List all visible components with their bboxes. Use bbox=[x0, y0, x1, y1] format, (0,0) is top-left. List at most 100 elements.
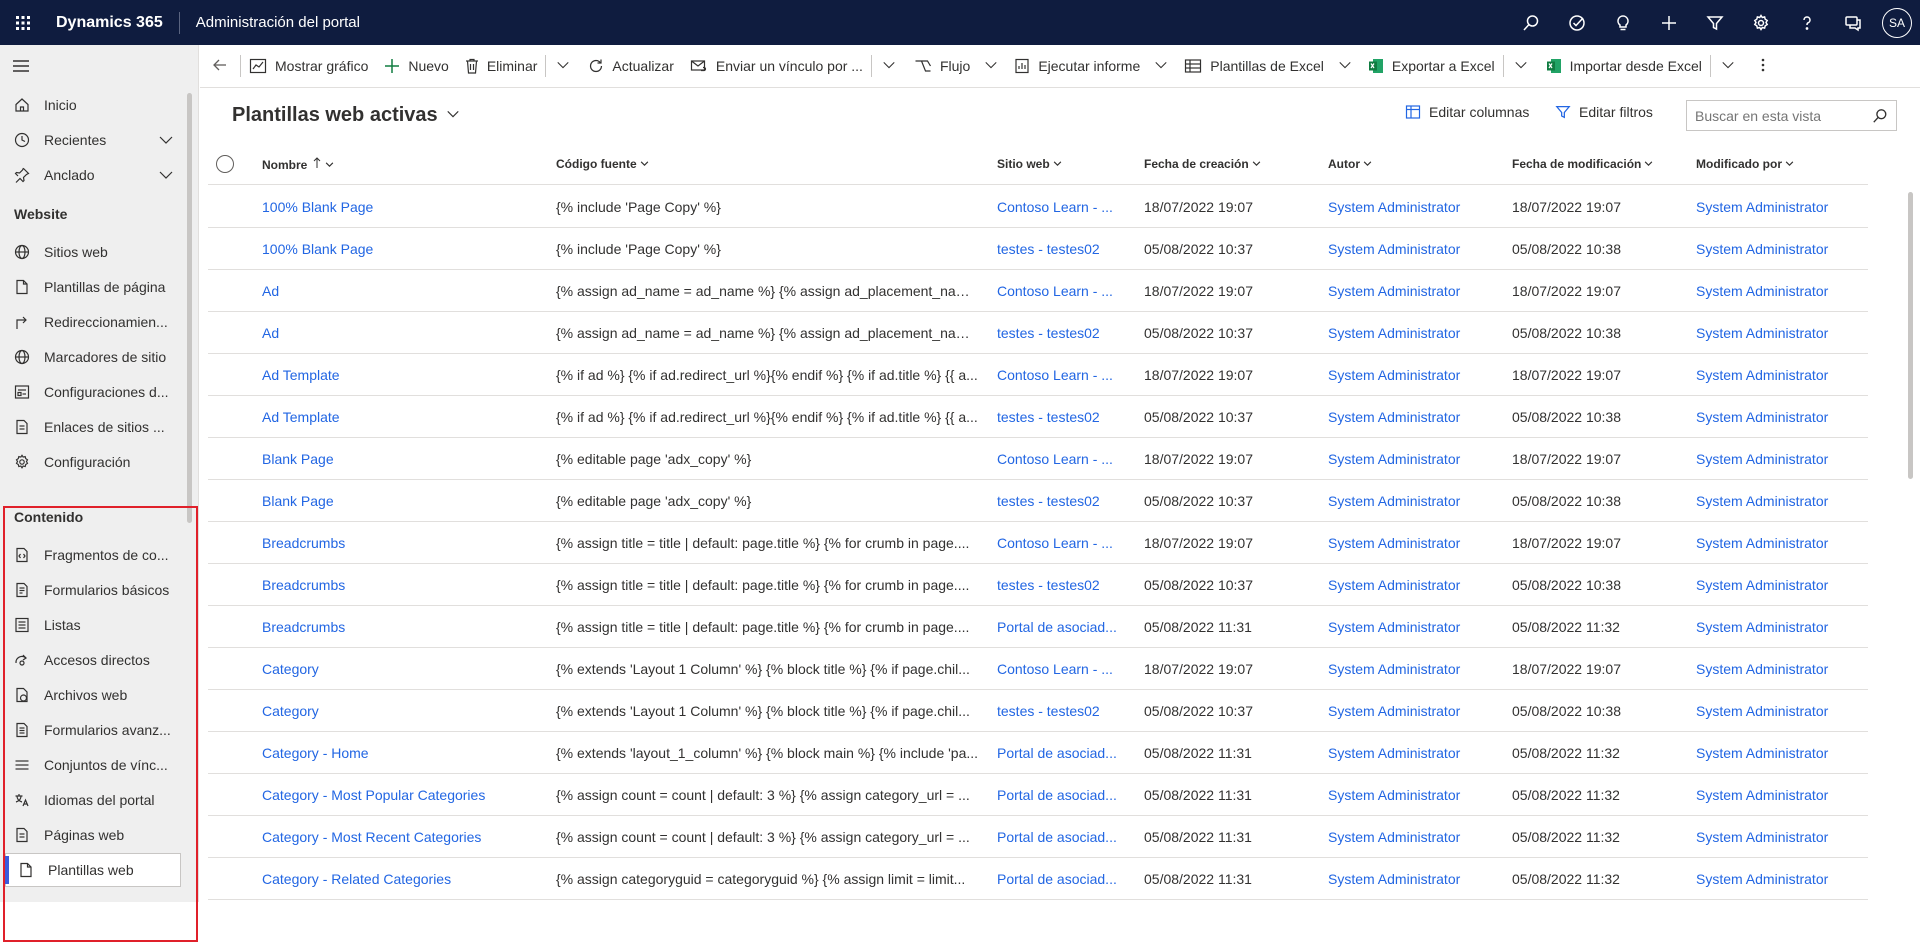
cell-modificado-por[interactable]: System Administrator bbox=[1696, 619, 1856, 635]
cell-nombre[interactable]: 100% Blank Page bbox=[262, 241, 542, 257]
task-icon[interactable] bbox=[1554, 0, 1600, 45]
import-excel-button[interactable]: Importar desde Excel bbox=[1538, 45, 1710, 88]
cell-sitio-web[interactable]: Portal de asociad... bbox=[997, 745, 1137, 761]
sidebar-item-anclado[interactable]: Anclado bbox=[0, 158, 190, 192]
column-header-sitio-web[interactable]: Sitio web bbox=[997, 157, 1062, 171]
table-row[interactable]: 100% Blank Page {% include 'Page Copy' %}… bbox=[208, 228, 1868, 270]
cell-autor[interactable]: System Administrator bbox=[1328, 703, 1498, 719]
excel-templates-button[interactable]: Plantillas de Excel bbox=[1176, 45, 1360, 88]
chevron-down-icon[interactable] bbox=[158, 167, 174, 186]
email-link-button[interactable]: Enviar un vínculo por ... bbox=[682, 45, 871, 88]
cell-autor[interactable]: System Administrator bbox=[1328, 283, 1498, 299]
back-button[interactable] bbox=[200, 45, 240, 88]
edit-filters-button[interactable]: Editar filtros bbox=[1555, 104, 1653, 120]
search-icon[interactable] bbox=[1872, 108, 1888, 127]
table-row[interactable]: Category {% extends 'Layout 1 Column' %} … bbox=[208, 648, 1868, 690]
more-commands-button[interactable] bbox=[1745, 45, 1781, 88]
sidebar-item-recientes[interactable]: Recientes bbox=[0, 123, 190, 157]
cell-modificado-por[interactable]: System Administrator bbox=[1696, 199, 1856, 215]
cell-nombre[interactable]: Category - Most Popular Categories bbox=[262, 787, 542, 803]
table-row[interactable]: Ad {% assign ad_name = ad_name %} {% assi… bbox=[208, 312, 1868, 354]
cell-autor[interactable]: System Administrator bbox=[1328, 787, 1498, 803]
table-row[interactable]: Breadcrumbs {% assign title = title | def… bbox=[208, 606, 1868, 648]
cell-modificado-por[interactable]: System Administrator bbox=[1696, 661, 1856, 677]
cell-sitio-web[interactable]: Contoso Learn - ... bbox=[997, 367, 1137, 383]
lightbulb-icon[interactable] bbox=[1600, 0, 1646, 45]
gear-icon[interactable] bbox=[1738, 0, 1784, 45]
table-row[interactable]: Breadcrumbs {% assign title = title | def… bbox=[208, 564, 1868, 606]
cell-autor[interactable]: System Administrator bbox=[1328, 451, 1498, 467]
table-row[interactable]: Ad Template {% if ad %} {% if ad.redirect… bbox=[208, 396, 1868, 438]
cell-modificado-por[interactable]: System Administrator bbox=[1696, 325, 1856, 341]
sidebar-item-formularios-basicos[interactable]: Formularios básicos bbox=[0, 573, 190, 607]
help-icon[interactable] bbox=[1784, 0, 1830, 45]
table-row[interactable]: Ad {% assign ad_name = ad_name %} {% assi… bbox=[208, 270, 1868, 312]
plus-icon[interactable] bbox=[1646, 0, 1692, 45]
cell-nombre[interactable]: Breadcrumbs bbox=[262, 535, 542, 551]
export-dropdown[interactable] bbox=[1504, 45, 1538, 88]
sidebar-item-configuraciones[interactable]: Configuraciones d... bbox=[0, 375, 190, 409]
run-report-button[interactable]: Ejecutar informe bbox=[1006, 45, 1176, 88]
cell-autor[interactable]: System Administrator bbox=[1328, 493, 1498, 509]
cell-nombre[interactable]: Blank Page bbox=[262, 493, 542, 509]
cell-autor[interactable]: System Administrator bbox=[1328, 535, 1498, 551]
cell-autor[interactable]: System Administrator bbox=[1328, 661, 1498, 677]
cell-nombre[interactable]: Category bbox=[262, 661, 542, 677]
delete-button[interactable]: Eliminar bbox=[457, 45, 546, 88]
filter-icon[interactable] bbox=[1692, 0, 1738, 45]
refresh-button[interactable]: Actualizar bbox=[580, 45, 681, 88]
flow-button[interactable]: Flujo bbox=[906, 45, 1006, 88]
cell-modificado-por[interactable]: System Administrator bbox=[1696, 787, 1856, 803]
cell-nombre[interactable]: Breadcrumbs bbox=[262, 577, 542, 593]
cell-sitio-web[interactable]: testes - testes02 bbox=[997, 325, 1137, 341]
sidebar-item-paginas-web[interactable]: Páginas web bbox=[0, 818, 190, 852]
app-title[interactable]: Administración del portal bbox=[180, 14, 360, 31]
hamburger-menu-icon[interactable] bbox=[12, 57, 30, 75]
cell-modificado-por[interactable]: System Administrator bbox=[1696, 367, 1856, 383]
avatar[interactable]: SA bbox=[1882, 7, 1912, 38]
email-dropdown[interactable] bbox=[872, 45, 906, 88]
cell-sitio-web[interactable]: Contoso Learn - ... bbox=[997, 283, 1137, 299]
import-dropdown[interactable] bbox=[1711, 45, 1745, 88]
search-icon[interactable] bbox=[1508, 0, 1554, 45]
cell-nombre[interactable]: Ad bbox=[262, 283, 542, 299]
brand-name[interactable]: Dynamics 365 bbox=[45, 11, 180, 34]
cell-autor[interactable]: System Administrator bbox=[1328, 871, 1498, 887]
cell-nombre[interactable]: Ad Template bbox=[262, 409, 542, 425]
table-row[interactable]: Blank Page {% editable page 'adx_copy' %}… bbox=[208, 438, 1868, 480]
sidebar-item-enlaces-sitios[interactable]: Enlaces de sitios ... bbox=[0, 410, 190, 444]
cell-modificado-por[interactable]: System Administrator bbox=[1696, 241, 1856, 257]
cell-autor[interactable]: System Administrator bbox=[1328, 409, 1498, 425]
cell-autor[interactable]: System Administrator bbox=[1328, 829, 1498, 845]
cell-modificado-por[interactable]: System Administrator bbox=[1696, 493, 1856, 509]
cell-modificado-por[interactable]: System Administrator bbox=[1696, 829, 1856, 845]
column-header-fecha-creacion[interactable]: Fecha de creación bbox=[1144, 157, 1261, 171]
cell-sitio-web[interactable]: Contoso Learn - ... bbox=[997, 535, 1137, 551]
cell-sitio-web[interactable]: Portal de asociad... bbox=[997, 619, 1137, 635]
cell-nombre[interactable]: Ad Template bbox=[262, 367, 542, 383]
sidebar-item-redireccionamientos[interactable]: Redireccionamien... bbox=[0, 305, 190, 339]
cell-nombre[interactable]: Ad bbox=[262, 325, 542, 341]
new-button[interactable]: Nuevo bbox=[376, 45, 456, 88]
cell-autor[interactable]: System Administrator bbox=[1328, 241, 1498, 257]
table-row[interactable]: Breadcrumbs {% assign title = title | def… bbox=[208, 522, 1868, 564]
cell-modificado-por[interactable]: System Administrator bbox=[1696, 451, 1856, 467]
cell-autor[interactable]: System Administrator bbox=[1328, 367, 1498, 383]
export-excel-button[interactable]: Exportar a Excel bbox=[1360, 45, 1503, 88]
cell-nombre[interactable]: 100% Blank Page bbox=[262, 199, 542, 215]
sidebar-item-accesos-directos[interactable]: Accesos directos bbox=[0, 643, 190, 677]
sidebar-item-fragmentos[interactable]: Fragmentos de co... bbox=[0, 538, 190, 572]
cell-sitio-web[interactable]: Contoso Learn - ... bbox=[997, 661, 1137, 677]
app-launcher-icon[interactable] bbox=[0, 0, 45, 45]
table-row[interactable]: 100% Blank Page {% include 'Page Copy' %}… bbox=[208, 186, 1868, 228]
column-header-autor[interactable]: Autor bbox=[1328, 157, 1372, 171]
chat-icon[interactable] bbox=[1830, 0, 1876, 45]
sidebar-item-configuracion[interactable]: Configuración bbox=[0, 445, 190, 479]
sidebar-item-conjuntos-vinculos[interactable]: Conjuntos de vínc... bbox=[0, 748, 190, 782]
cell-modificado-por[interactable]: System Administrator bbox=[1696, 535, 1856, 551]
column-header-nombre[interactable]: Nombre bbox=[262, 157, 334, 172]
cell-autor[interactable]: System Administrator bbox=[1328, 577, 1498, 593]
table-row[interactable]: Category - Home {% extends 'layout_1_colu… bbox=[208, 732, 1868, 774]
cell-sitio-web[interactable]: Contoso Learn - ... bbox=[997, 451, 1137, 467]
search-input[interactable] bbox=[1695, 107, 1865, 124]
